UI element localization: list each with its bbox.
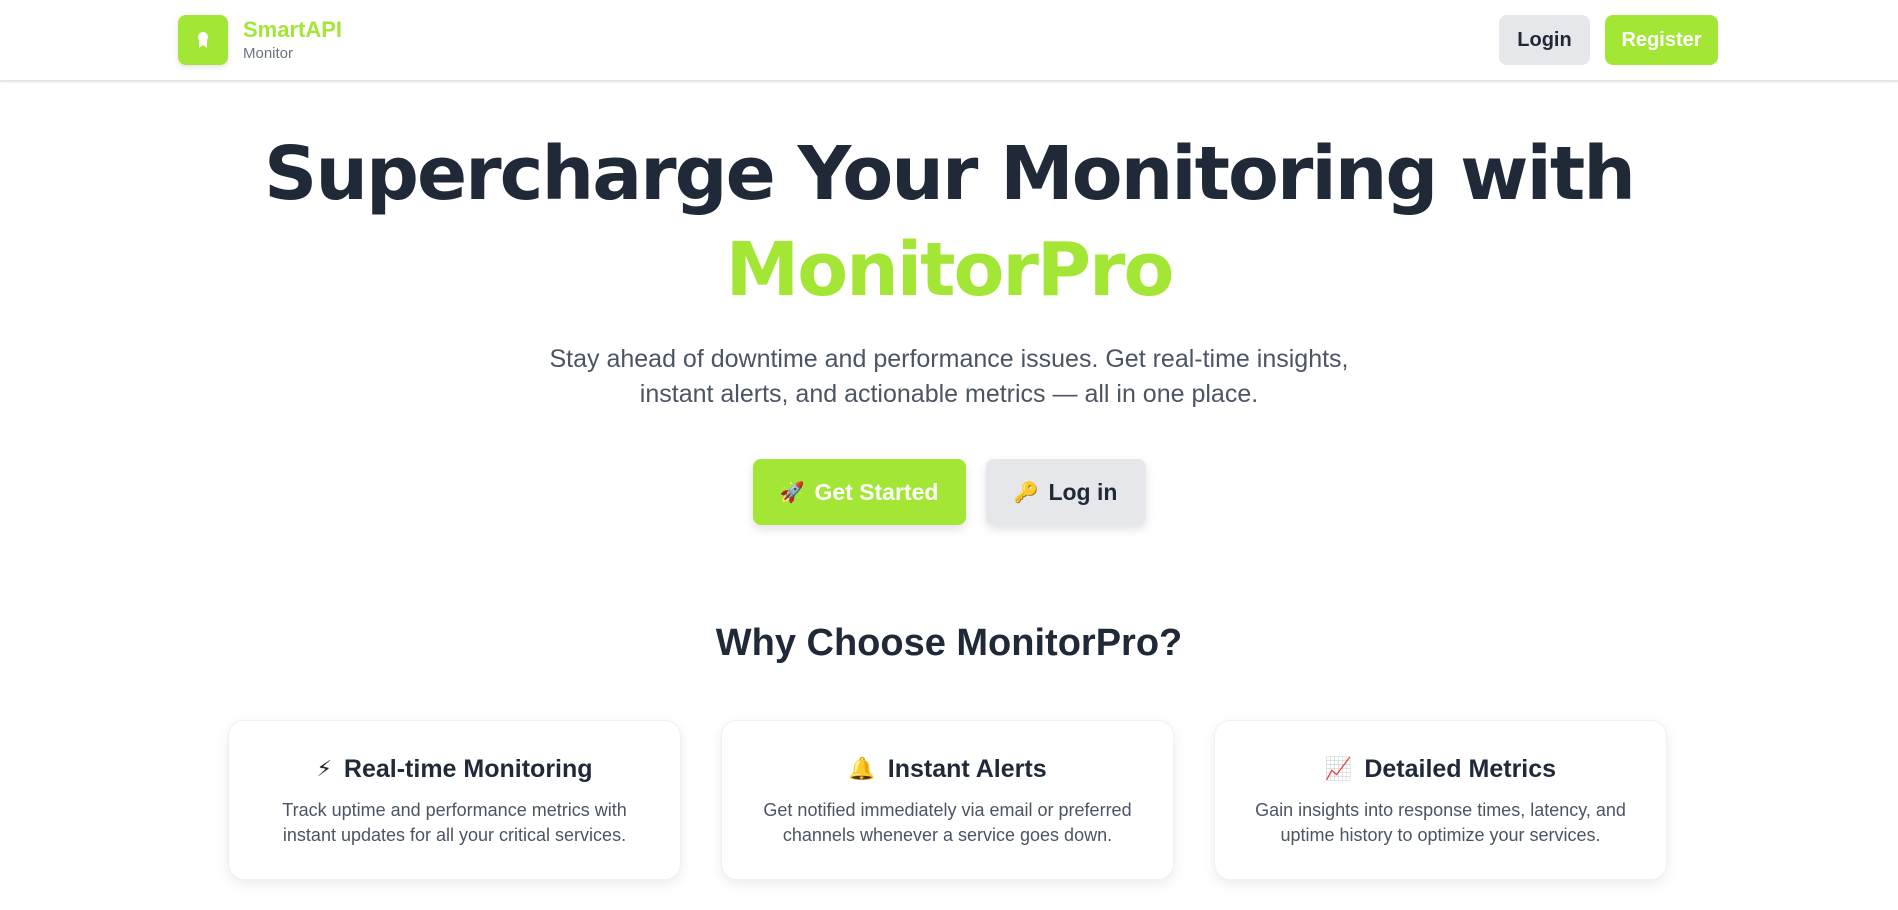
get-started-button[interactable]: 🚀 Get Started xyxy=(752,459,966,525)
hero-subtitle: Stay ahead of downtime and performance i… xyxy=(0,342,1898,412)
brand-subtitle: Monitor xyxy=(243,45,294,62)
register-button[interactable]: Register xyxy=(1605,15,1718,65)
bell-icon: 🔔 xyxy=(848,757,876,782)
chart-icon: 📈 xyxy=(1324,757,1353,782)
feature-card-title: Detailed Metrics xyxy=(1364,755,1557,783)
hero-actions: 🚀 Get Started 🔑 Log in xyxy=(0,459,1898,525)
feature-card-title: Instant Alerts xyxy=(887,755,1047,783)
hero-subtitle-line-1: Stay ahead of downtime and performance i… xyxy=(549,345,1349,373)
key-icon: 🔑 xyxy=(1013,480,1039,504)
feature-card-title: Real-time Monitoring xyxy=(343,755,593,783)
login-button[interactable]: Login xyxy=(1499,15,1590,65)
hero-subtitle-line-2: instant alerts, and actionable metrics —… xyxy=(639,380,1259,408)
lightning-icon: ⚡ xyxy=(316,757,332,782)
feature-cards: ⚡ Real-time Monitoring Track uptime and … xyxy=(228,720,1667,880)
feature-card-description: Gain insights into response times, laten… xyxy=(1255,800,1626,845)
feature-card-description: Get notified immediately via email or pr… xyxy=(763,800,1132,845)
get-started-label: Get Started xyxy=(814,478,939,505)
top-nav: SmartAPI Monitor Login Register xyxy=(0,0,1898,82)
hero-login-label: Log in xyxy=(1048,478,1118,505)
feature-card-alerts: 🔔 Instant Alerts Get notified immediatel… xyxy=(721,720,1174,880)
hero-title: Supercharge Your Monitoring with Monitor… xyxy=(0,126,1898,318)
rocket-icon: 🚀 xyxy=(779,480,805,504)
brand-logo-icon xyxy=(178,15,228,65)
feature-card-metrics: 📈 Detailed Metrics Gain insights into re… xyxy=(1214,720,1667,880)
hero-title-accent: MonitorPro xyxy=(725,227,1175,313)
feature-card-realtime: ⚡ Real-time Monitoring Track uptime and … xyxy=(228,720,681,880)
brand[interactable]: SmartAPI Monitor xyxy=(178,15,342,65)
hero-login-button[interactable]: 🔑 Log in xyxy=(985,459,1146,525)
features-title: Why Choose MonitorPro? xyxy=(715,622,1183,664)
hero-title-main: Supercharge Your Monitoring with xyxy=(264,131,1636,217)
brand-name: SmartAPI xyxy=(243,17,343,42)
feature-card-description: Track uptime and performance metrics wit… xyxy=(282,800,627,845)
